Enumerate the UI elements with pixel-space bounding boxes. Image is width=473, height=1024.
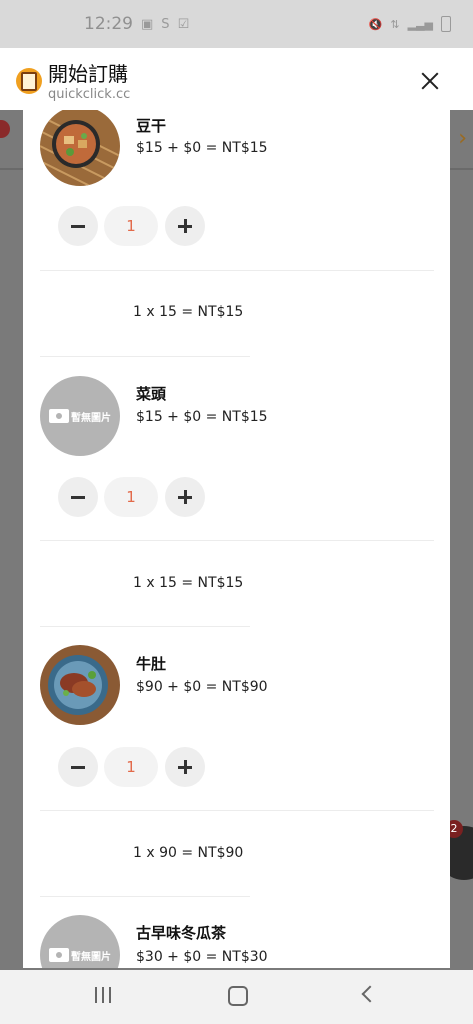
list-item: 暫無圖片 菜頭 $15 + $0 = NT$15 1 1 x 15 = NT$1… xyxy=(23,342,450,627)
home-button[interactable] xyxy=(228,986,248,1006)
camera-icon xyxy=(49,948,69,962)
product-price: $15 + $0 = NT$15 xyxy=(136,409,268,425)
list-item: 暫無圖片 古早味冬瓜茶 $30 + $0 = NT$30 xyxy=(23,882,450,968)
list-item: 牛肚 $90 + $0 = NT$90 1 1 x 90 = NT$90 xyxy=(23,612,450,897)
camera-icon xyxy=(49,409,69,423)
product-price: $90 + $0 = NT$90 xyxy=(136,679,268,695)
minus-icon xyxy=(71,495,85,499)
item-subtotal: 1 x 15 = NT$15 xyxy=(133,575,244,591)
close-button[interactable] xyxy=(414,66,446,98)
network-icon: ⇅ xyxy=(390,17,400,31)
s-app-icon: S xyxy=(161,16,170,32)
site-url: quickclick.cc xyxy=(48,87,131,102)
product-image xyxy=(40,110,120,186)
no-image-placeholder: 暫無圖片 xyxy=(40,376,120,456)
battery-icon xyxy=(441,16,451,32)
product-name: 牛肚 xyxy=(136,655,167,673)
product-name: 古早味冬瓜茶 xyxy=(136,924,227,942)
gallery-icon: ▣ xyxy=(141,16,154,32)
product-price: $30 + $0 = NT$30 xyxy=(136,949,268,965)
status-right: 🔇 ⇅ ▂▃▅ xyxy=(369,16,451,32)
page-title: 開始訂購 xyxy=(48,62,128,86)
no-image-text: 暫無圖片 xyxy=(71,951,111,963)
back-button[interactable] xyxy=(361,985,379,1003)
product-price: $15 + $0 = NT$15 xyxy=(136,140,268,156)
mute-icon: 🔇 xyxy=(368,17,383,31)
increase-quantity-button[interactable] xyxy=(165,206,205,246)
signal-icon: ▂▃▅ xyxy=(407,17,433,31)
no-image-placeholder: 暫無圖片 xyxy=(40,915,120,968)
decrease-quantity-button[interactable] xyxy=(58,477,98,517)
minus-icon xyxy=(71,224,85,228)
product-name: 菜頭 xyxy=(136,385,167,403)
increase-quantity-button[interactable] xyxy=(165,477,205,517)
quantity-value[interactable]: 1 xyxy=(104,206,158,246)
increase-quantity-button[interactable] xyxy=(165,747,205,787)
dialog-header: 開始訂購 quickclick.cc xyxy=(0,48,473,110)
check-icon: ☑ xyxy=(177,16,190,32)
order-sheet: 豆干 $15 + $0 = NT$15 1 1 x 15 = NT$15 暫無圖… xyxy=(23,110,450,968)
decrease-quantity-button[interactable] xyxy=(58,747,98,787)
item-subtotal: 1 x 15 = NT$15 xyxy=(133,304,244,320)
status-bar: 12:29 ▣ S ☑ 🔇 ⇅ ▂▃▅ xyxy=(0,0,473,48)
list-item: 豆干 $15 + $0 = NT$15 1 1 x 15 = NT$15 xyxy=(23,110,450,357)
divider xyxy=(40,270,434,271)
system-nav-bar xyxy=(0,970,473,1024)
quantity-value[interactable]: 1 xyxy=(104,747,158,787)
decrease-quantity-button[interactable] xyxy=(58,206,98,246)
quantity-value[interactable]: 1 xyxy=(104,477,158,517)
no-image-text: 暫無圖片 xyxy=(71,412,111,424)
item-subtotal: 1 x 90 = NT$90 xyxy=(133,845,244,861)
divider xyxy=(40,810,434,811)
divider xyxy=(40,540,434,541)
chevron-right-icon: › xyxy=(458,126,467,151)
product-image xyxy=(40,645,120,725)
product-name: 豆干 xyxy=(136,117,167,135)
recent-apps-button[interactable] xyxy=(95,987,111,1003)
minus-icon xyxy=(71,765,85,769)
app-logo-icon xyxy=(16,68,42,94)
status-time: 12:29 xyxy=(84,14,133,34)
